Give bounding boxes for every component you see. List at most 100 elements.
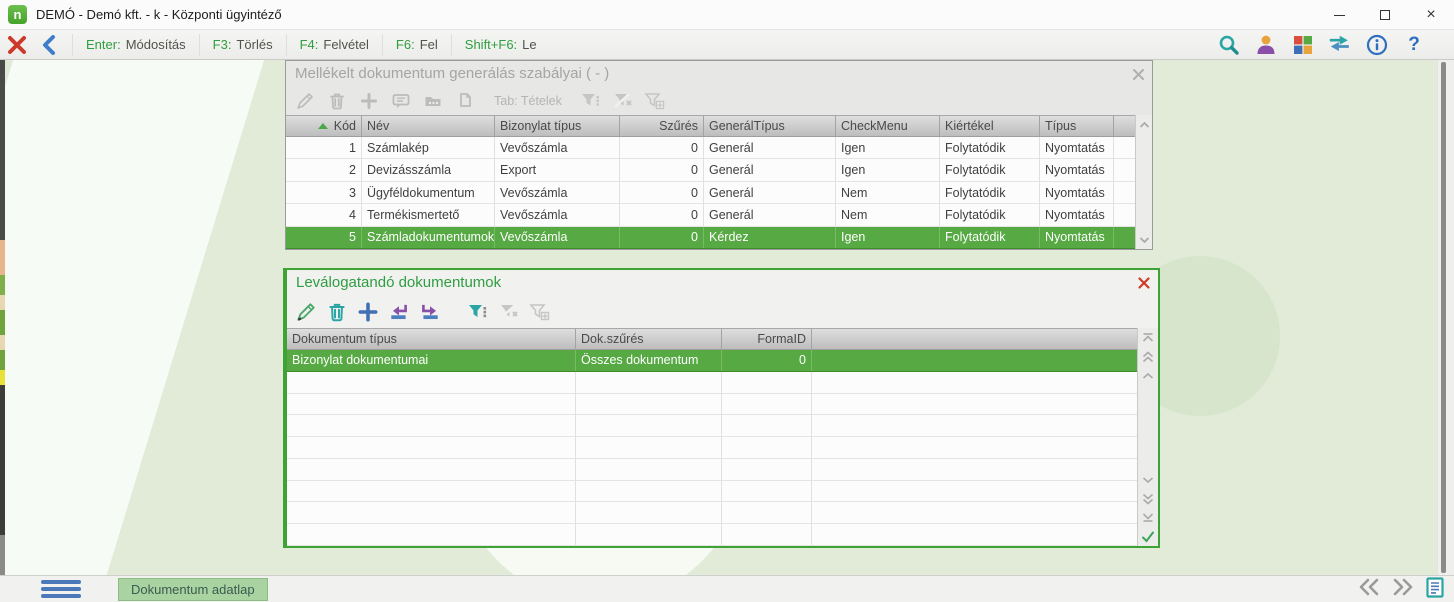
sort-asc-icon: [317, 123, 328, 129]
filter-button[interactable]: [467, 301, 489, 323]
table-row-empty[interactable]: [287, 458, 1137, 481]
shortcut-key: F6:: [395, 37, 415, 52]
chevron-up-line-icon: [1142, 333, 1154, 342]
panel2-scrollbar[interactable]: [1137, 328, 1158, 546]
cell-tipus: Nyomtatás: [1040, 181, 1114, 204]
double-chevron-down-icon: [1142, 493, 1154, 505]
cell-szures: 0: [620, 159, 704, 181]
help-button[interactable]: ?: [1402, 33, 1426, 57]
status-bar: Dokumentum adatlap: [0, 575, 1454, 602]
scroll-page-up-button[interactable]: [1138, 347, 1159, 366]
panel1-close-button[interactable]: [1129, 65, 1147, 83]
menu-icon: [41, 587, 81, 591]
scroll-to-bottom-button[interactable]: [1138, 508, 1159, 527]
add-button[interactable]: [357, 301, 379, 323]
shortcut-label: Módosítás: [125, 37, 186, 52]
filter-clear-button: [498, 301, 520, 323]
shortcut-label: Felvétel: [323, 37, 369, 52]
window-scrollbar[interactable]: [1437, 60, 1454, 575]
shortcut-shiftf6-le[interactable]: Shift+F6: Le: [450, 33, 550, 56]
panel2-close-button[interactable]: [1135, 274, 1153, 292]
shortcut-f3-torles[interactable]: F3: Törlés: [198, 33, 286, 56]
panel2-header: Leválogatandó dokumentumok: [287, 270, 1158, 295]
maximize-button[interactable]: [1362, 0, 1408, 30]
panel2-toolbar: [287, 295, 1158, 328]
table-row[interactable]: 2 Devizásszámla Export 0 Generál Igen Fo…: [286, 159, 1135, 182]
column-header-kiertekel[interactable]: Kiértékel: [940, 116, 1040, 136]
table-row-empty[interactable]: [287, 415, 1137, 438]
delete-button[interactable]: [326, 301, 348, 323]
table-row-empty[interactable]: [287, 437, 1137, 459]
table-row-empty[interactable]: [287, 480, 1137, 503]
next-page-button[interactable]: [1392, 578, 1414, 601]
document-icon: [1426, 576, 1444, 598]
status-right-controls: [1358, 576, 1444, 602]
panel1-title: Mellékelt dokumentum generálás szabályai…: [295, 65, 610, 82]
column-header-checkmenu[interactable]: CheckMenu: [836, 116, 940, 136]
prev-page-button[interactable]: [1358, 578, 1380, 601]
table-row[interactable]: 4 Termékismertető Vevőszámla 0 Generál N…: [286, 204, 1135, 227]
double-chevron-left-icon: [1359, 578, 1379, 596]
cell-szures: 0: [620, 137, 704, 159]
table-row[interactable]: 1 Számlakép Vevőszámla 0 Generál Igen Fo…: [286, 137, 1135, 160]
app-logo-icon: n: [8, 5, 27, 24]
cell-kod: 3: [286, 181, 362, 204]
move-left-icon: [391, 304, 407, 319]
modules-button[interactable]: [1291, 33, 1315, 57]
confirm-button[interactable]: [1138, 527, 1159, 546]
shortcut-f4-felvetel[interactable]: F4: Felvétel: [285, 33, 382, 56]
table-row-empty[interactable]: [287, 393, 1137, 416]
column-header-generaltipus[interactable]: GenerálTípus: [704, 116, 836, 136]
table-row-empty[interactable]: [287, 371, 1137, 394]
double-chevron-up-icon: [1142, 350, 1154, 362]
scroll-down-button[interactable]: [1138, 470, 1159, 489]
scroll-up-button[interactable]: [1136, 115, 1153, 134]
minimize-button[interactable]: [1316, 0, 1362, 30]
column-header-nev[interactable]: Név: [362, 116, 495, 136]
shortcut-label: Fel: [419, 37, 438, 52]
back-button[interactable]: [34, 34, 64, 55]
abort-button[interactable]: [0, 34, 34, 56]
edit-button[interactable]: [295, 301, 317, 323]
table-row-selected[interactable]: 5 Számladokumentumok Vevőszámla 0 Kérdez…: [286, 226, 1135, 250]
cell-dokumentum-tipus: Bizonylat dokumentumai: [287, 350, 576, 371]
cell-bizonylat: Vevőszámla: [495, 181, 620, 204]
cell-generaltipus: Generál: [704, 159, 836, 181]
tab-dokumentum-adatlap[interactable]: Dokumentum adatlap: [118, 577, 268, 601]
table-row-selected[interactable]: Bizonylat dokumentumai Összes dokumentum…: [287, 350, 1137, 372]
scrollbar-thumb[interactable]: [1441, 62, 1446, 573]
search-button[interactable]: [1217, 33, 1241, 57]
shortcut-key: F3:: [212, 37, 232, 52]
move-right-button[interactable]: [419, 301, 441, 323]
user-button[interactable]: [1254, 33, 1278, 57]
column-header-dokumentum-tipus[interactable]: Dokumentum típus: [287, 329, 576, 349]
shortcut-f6-fel[interactable]: F6: Fel: [381, 33, 451, 56]
column-header-formaid[interactable]: FormaID: [722, 329, 812, 349]
panel1-scrollbar[interactable]: [1135, 115, 1152, 249]
column-header-kod[interactable]: Kód: [286, 116, 362, 136]
menu-button[interactable]: [30, 578, 92, 601]
shortcut-enter-modositas[interactable]: Enter: Módosítás: [72, 33, 199, 56]
column-header-dok-szures[interactable]: Dok.szűrés: [576, 329, 722, 349]
column-header-tipus[interactable]: Típus: [1040, 116, 1114, 136]
edit-icon: [297, 92, 313, 109]
switch-button[interactable]: [1328, 33, 1352, 57]
scroll-down-button[interactable]: [1136, 230, 1153, 249]
column-header-szures[interactable]: Szűrés: [620, 116, 704, 136]
column-header-bizonylat-tipus[interactable]: Bizonylat típus: [495, 116, 620, 136]
chevron-down-icon: [1139, 236, 1149, 243]
scroll-page-down-button[interactable]: [1138, 489, 1159, 508]
info-button[interactable]: [1365, 33, 1389, 57]
table-row-empty[interactable]: [287, 502, 1137, 525]
filter-icon: [469, 304, 487, 317]
close-button[interactable]: ×: [1408, 0, 1454, 30]
search-icon: [1219, 35, 1239, 55]
menu-icon: [41, 594, 81, 598]
move-left-button[interactable]: [388, 301, 410, 323]
table-row-empty[interactable]: [287, 524, 1137, 547]
document-view-button[interactable]: [1426, 576, 1444, 602]
scroll-up-button[interactable]: [1138, 366, 1159, 385]
scroll-to-top-button[interactable]: [1138, 328, 1159, 347]
table-row[interactable]: 3 Ügyféldokumentum Vevőszámla 0 Generál …: [286, 181, 1135, 205]
cell-filler: [1114, 182, 1135, 203]
